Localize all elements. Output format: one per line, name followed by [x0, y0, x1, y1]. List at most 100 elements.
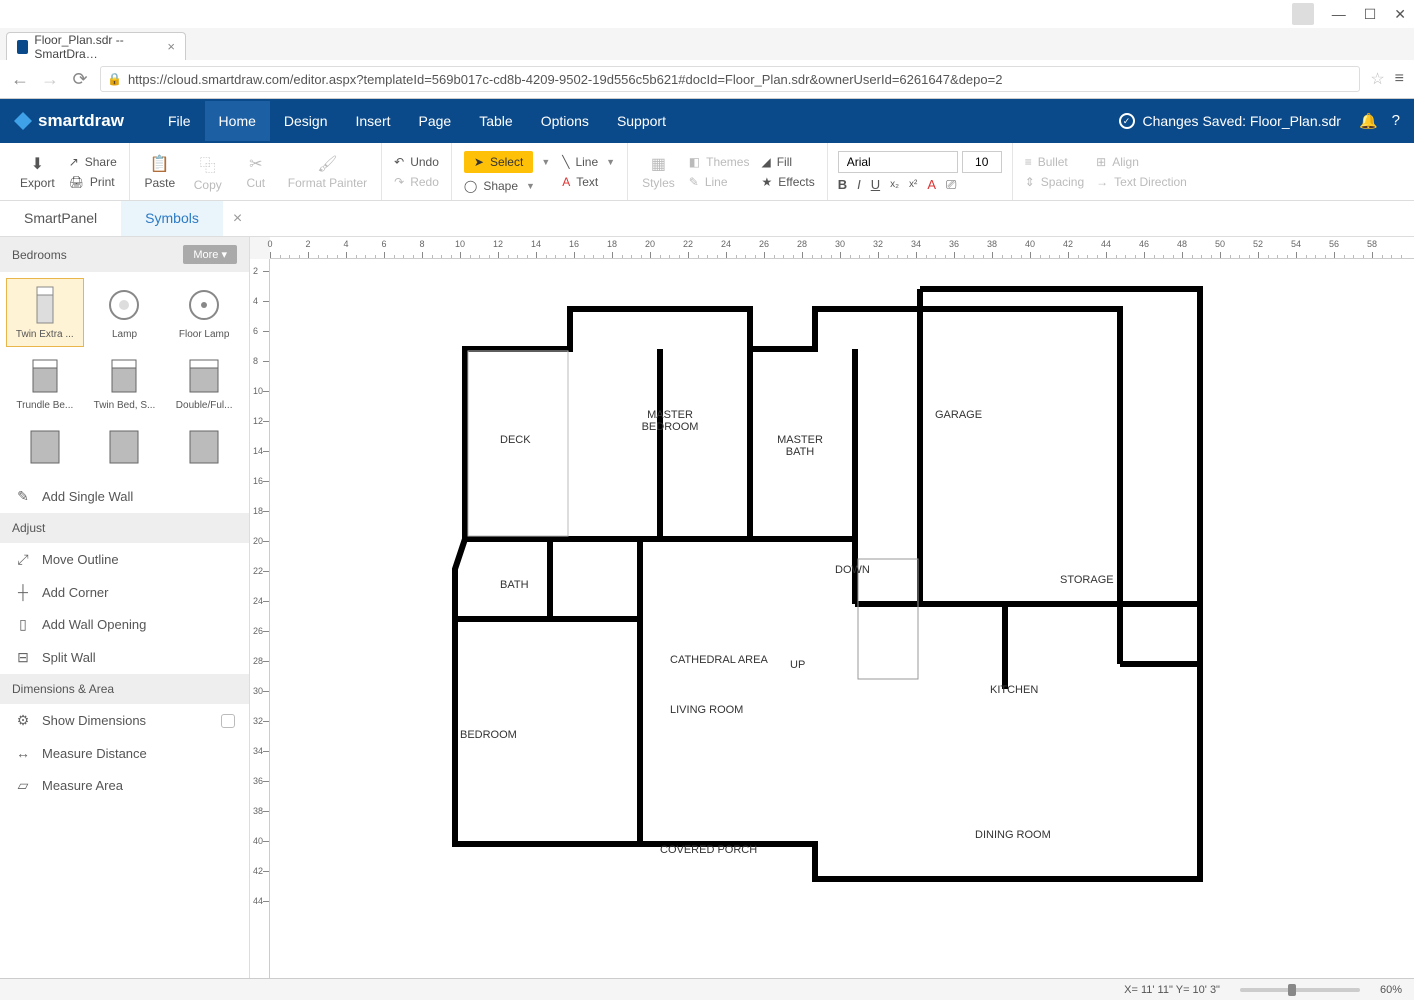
- menu-insert[interactable]: Insert: [342, 101, 405, 141]
- export-button[interactable]: ⬇ Export: [16, 152, 59, 192]
- paste-button[interactable]: 📋 Paste: [140, 152, 180, 192]
- floorplan-drawing[interactable]: DECK MASTER BEDROOM MASTER BATH GARAGE B…: [380, 269, 1240, 909]
- more-button[interactable]: More ▾: [183, 245, 237, 264]
- symbol-item[interactable]: Double/Ful...: [165, 349, 243, 418]
- ruler-icon: ↔: [14, 745, 32, 761]
- effects-button[interactable]: ★Effects: [759, 174, 816, 190]
- smartpanel-tab[interactable]: SmartPanel: [0, 201, 121, 236]
- line2-label: Line: [705, 175, 728, 189]
- add-corner-button[interactable]: ┼Add Corner: [0, 576, 249, 608]
- print-button[interactable]: 🖨Print: [67, 174, 119, 190]
- add-single-wall-label: Add Single Wall: [42, 489, 133, 504]
- paste-label: Paste: [144, 176, 175, 190]
- show-dimensions-toggle[interactable]: ⚙Show Dimensions: [0, 704, 249, 737]
- canvas-area[interactable]: 0246810121416182022242628303234363840424…: [250, 237, 1414, 979]
- symbol-label: Double/Ful...: [176, 400, 233, 411]
- symbol-item[interactable]: [86, 420, 164, 474]
- app-logo[interactable]: smartdraw: [14, 111, 124, 131]
- zoom-thumb[interactable]: [1288, 984, 1296, 996]
- export-icon: ⬇: [31, 154, 44, 174]
- storage-label: STORAGE: [1060, 574, 1114, 586]
- maximize-button[interactable]: ☐: [1364, 6, 1377, 23]
- shape-dropdown-icon[interactable]: ▼: [526, 181, 535, 191]
- add-wall-opening-button[interactable]: ▯ Add Wall Opening: [0, 608, 249, 641]
- pencil-icon: ✎: [14, 488, 32, 505]
- move-outline-button[interactable]: ⤢Move Outline: [0, 543, 249, 576]
- bookmark-icon[interactable]: ☆: [1370, 69, 1384, 89]
- redo-label: Redo: [410, 175, 439, 189]
- menu-file[interactable]: File: [154, 101, 205, 141]
- line-button[interactable]: ╲Line▼: [560, 154, 617, 170]
- back-button[interactable]: ←: [10, 69, 30, 90]
- symbol-item[interactable]: Lamp: [86, 278, 164, 347]
- help-icon[interactable]: ?: [1392, 112, 1400, 130]
- symbol-item[interactable]: [165, 420, 243, 474]
- checkbox[interactable]: [221, 714, 235, 728]
- menu-options[interactable]: Options: [527, 101, 603, 141]
- covered-porch-label: COVERED PORCH: [660, 844, 757, 856]
- canvas[interactable]: DECK MASTER BEDROOM MASTER BATH GARAGE B…: [270, 259, 1414, 979]
- font-size-input[interactable]: [962, 151, 1002, 173]
- undo-button[interactable]: ↶Undo: [392, 154, 441, 170]
- bold-button[interactable]: B: [838, 177, 847, 192]
- symbol-item[interactable]: Trundle Be...: [6, 349, 84, 418]
- panel-close-icon[interactable]: ×: [223, 201, 252, 236]
- align-label: Align: [1112, 155, 1139, 169]
- user-badge-icon[interactable]: [1292, 3, 1314, 25]
- line-dropdown-icon[interactable]: ▼: [606, 157, 615, 167]
- text-direction-button: →Text Direction: [1094, 174, 1189, 190]
- text-icon: A: [562, 175, 570, 189]
- format-painter-label: Format Painter: [288, 176, 367, 190]
- split-wall-button[interactable]: ⊟Split Wall: [0, 641, 249, 674]
- split-icon: ⊟: [14, 649, 32, 666]
- close-button[interactable]: ✕: [1394, 6, 1406, 23]
- text-button[interactable]: AText: [560, 174, 617, 190]
- menu-home[interactable]: Home: [205, 101, 270, 141]
- measure-distance-button[interactable]: ↔Measure Distance: [0, 737, 249, 769]
- line-style-button: ✎Line: [687, 174, 752, 190]
- italic-button[interactable]: I: [857, 177, 861, 192]
- cut-button: ✂ Cut: [236, 152, 276, 192]
- shape-button[interactable]: ◯Shape▼: [462, 178, 552, 194]
- master-bedroom-label: MASTER BEDROOM: [630, 409, 710, 433]
- reload-button[interactable]: ⟳: [70, 69, 90, 90]
- add-wall-opening-label: Add Wall Opening: [42, 617, 146, 632]
- cut-label: Cut: [246, 176, 265, 190]
- opening-icon: ▯: [14, 616, 32, 633]
- share-button[interactable]: ↗Share: [67, 154, 119, 170]
- minimize-button[interactable]: —: [1332, 6, 1346, 22]
- symbol-thumb: [184, 285, 224, 325]
- horizontal-ruler: 0246810121416182022242628303234363840424…: [270, 237, 1414, 259]
- fill-button[interactable]: ◢Fill: [759, 154, 816, 170]
- symbol-item[interactable]: Floor Lamp: [165, 278, 243, 347]
- add-single-wall-button[interactable]: ✎ Add Single Wall: [0, 480, 249, 513]
- font-name-input[interactable]: [838, 151, 958, 173]
- browser-menu-icon[interactable]: ≡: [1395, 70, 1404, 88]
- zoom-slider[interactable]: [1240, 988, 1360, 992]
- superscript-button[interactable]: x²: [909, 179, 917, 190]
- menu-table[interactable]: Table: [465, 101, 526, 141]
- font-color-button[interactable]: A: [927, 177, 936, 192]
- notifications-icon[interactable]: 🔔: [1359, 112, 1378, 130]
- copy-button: ⿻ Copy: [188, 150, 228, 194]
- address-bar[interactable]: 🔒 https://cloud.smartdraw.com/editor.asp…: [100, 66, 1360, 92]
- symbol-thumb: [104, 427, 144, 467]
- logo-icon: [14, 112, 32, 130]
- select-button[interactable]: ➤Select ▼: [462, 150, 552, 174]
- subscript-button[interactable]: x₂: [890, 179, 899, 190]
- menu-support[interactable]: Support: [603, 101, 680, 141]
- tab-close-icon[interactable]: ×: [167, 39, 175, 54]
- clear-format-button[interactable]: ⎚: [946, 177, 956, 193]
- measure-area-button[interactable]: ▱Measure Area: [0, 769, 249, 802]
- symbol-item[interactable]: Twin Bed, S...: [86, 349, 164, 418]
- menu-design[interactable]: Design: [270, 101, 342, 141]
- menu-page[interactable]: Page: [405, 101, 466, 141]
- underline-button[interactable]: U: [871, 177, 880, 192]
- symbol-item[interactable]: Twin Extra ...: [6, 278, 84, 347]
- save-status: ✓ Changes Saved: Floor_Plan.sdr: [1119, 113, 1341, 129]
- symbol-item[interactable]: [6, 420, 84, 474]
- select-dropdown-icon[interactable]: ▼: [541, 157, 550, 167]
- spacing-icon: ⇕: [1025, 175, 1035, 189]
- symbols-tab[interactable]: Symbols: [121, 201, 223, 236]
- browser-tab[interactable]: Floor_Plan.sdr -- SmartDra… ×: [6, 32, 186, 60]
